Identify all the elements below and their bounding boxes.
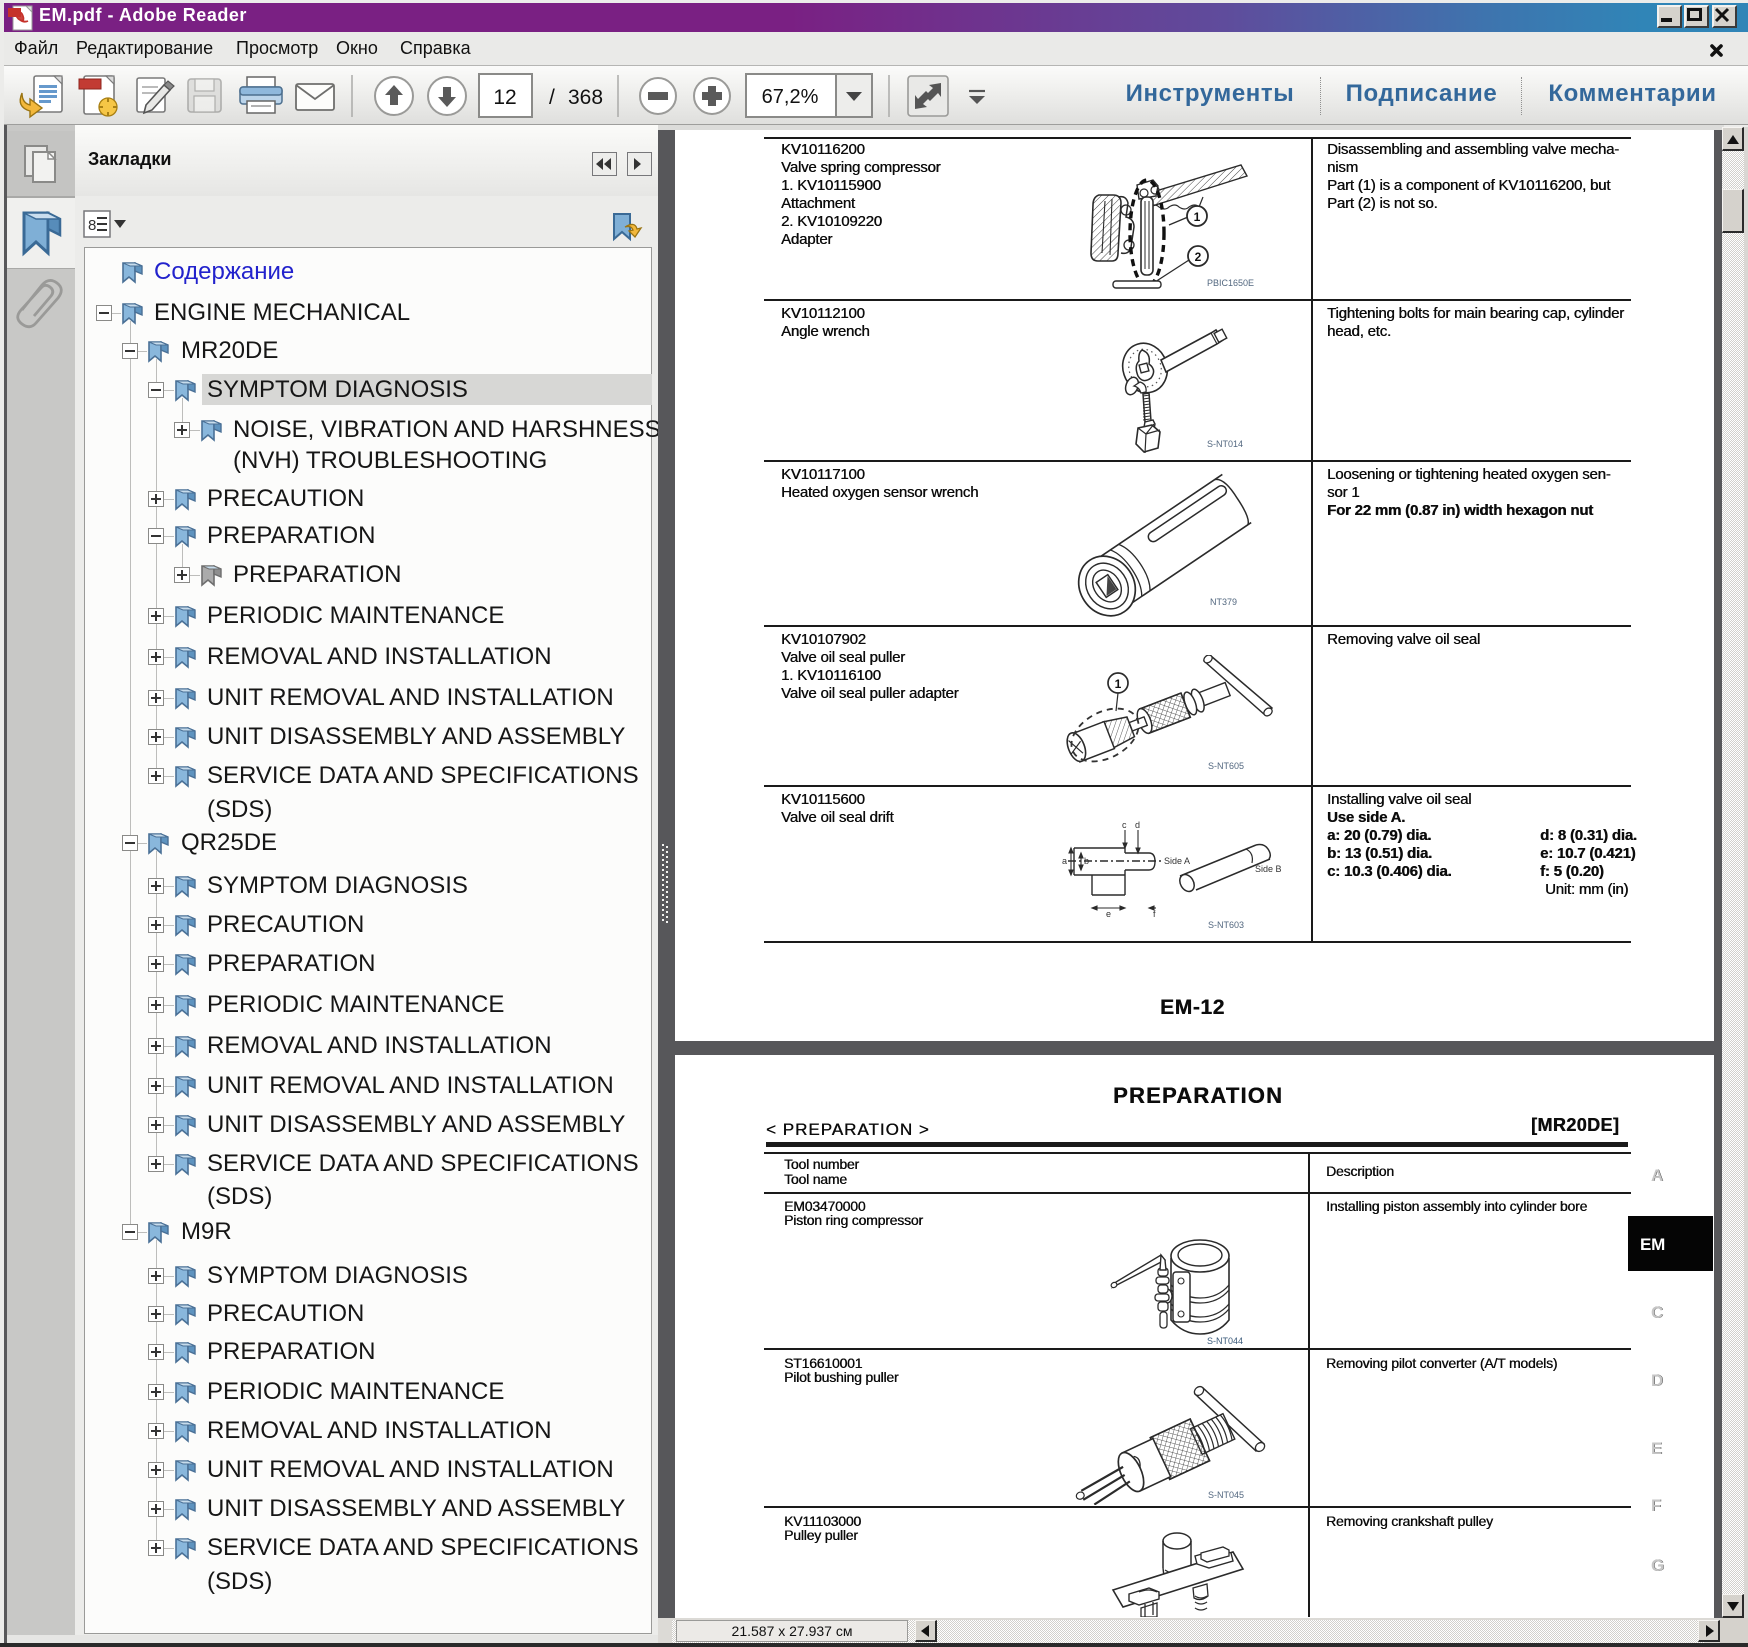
svg-text:1: 1 [1194,210,1201,224]
svg-text:1: 1 [1115,677,1122,691]
svg-text:e: e [1106,909,1111,919]
svg-text:S-NT014: S-NT014 [1207,439,1243,449]
svg-text:S-NT045: S-NT045 [1208,1490,1244,1500]
svg-text:368: 368 [568,86,603,109]
svg-text:PBIC1650E: PBIC1650E [1207,278,1254,288]
svg-text:b: b [1084,856,1089,866]
svg-text:2: 2 [1195,250,1202,264]
svg-text:NT379: NT379 [1210,597,1237,607]
svg-text:Side A: Side A [1164,856,1190,866]
svg-text:f: f [1153,909,1156,919]
svg-text:/: / [549,86,555,109]
svg-text:S-NT044: S-NT044 [1207,1336,1243,1346]
svg-text:Side B: Side B [1255,864,1282,874]
svg-text:d: d [1135,820,1140,830]
svg-text:a: a [1062,856,1067,866]
svg-text:S-NT603: S-NT603 [1208,920,1244,930]
svg-text:67,2%: 67,2% [762,86,819,108]
svg-text:12: 12 [493,86,516,109]
svg-text:8: 8 [88,217,96,234]
svg-text:c: c [1122,820,1127,830]
svg-text:S-NT605: S-NT605 [1208,761,1244,771]
